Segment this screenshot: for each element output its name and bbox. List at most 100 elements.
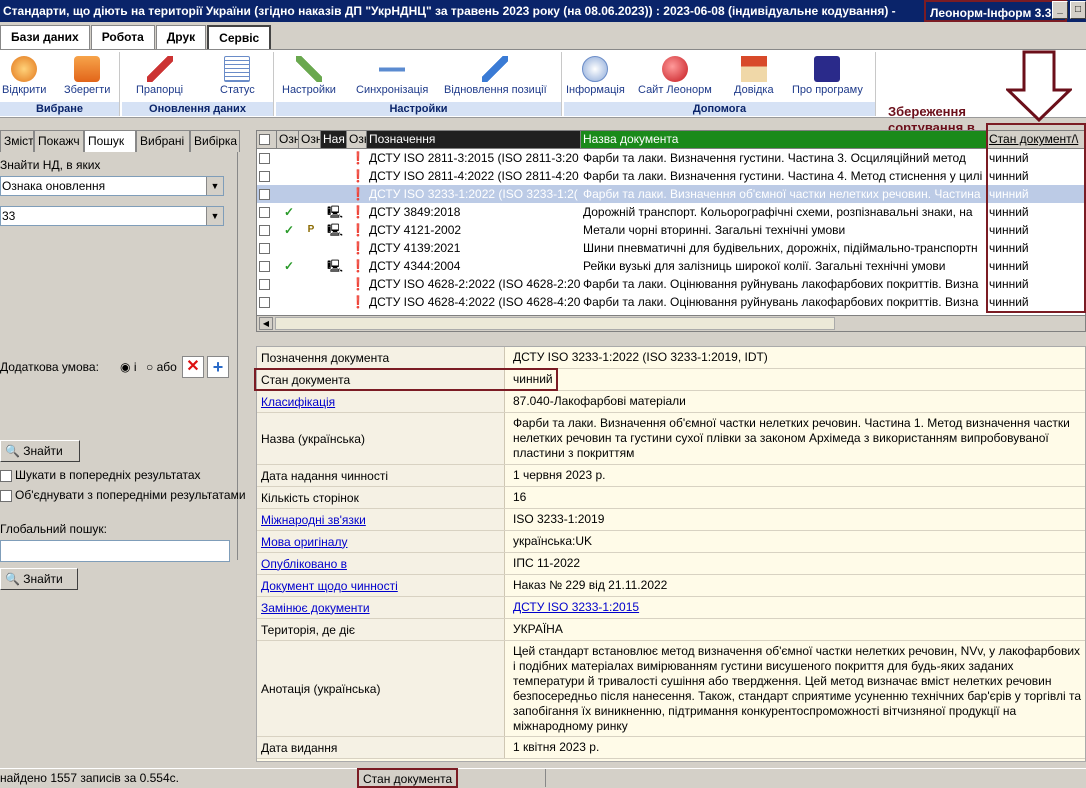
tab-bazy-danyh[interactable]: Бази даних	[0, 25, 90, 49]
row-mark-check	[277, 167, 299, 185]
row-name: Рейки вузькі для залізниць широкої колії…	[583, 259, 946, 273]
row-name: Шини пневматичні для будівельних, дорожн…	[583, 241, 978, 255]
left-panel: Зміст Покажч Пошук Вибрані Вибірка Знайт…	[0, 126, 246, 768]
sync-button[interactable]: Синхронізація	[356, 56, 428, 96]
row-avail	[321, 167, 347, 185]
tab-vybrani[interactable]: Вибрані	[136, 130, 190, 152]
col-avail[interactable]: Ная	[321, 131, 347, 149]
status-row-highlight	[254, 368, 558, 391]
tab-vybirka[interactable]: Вибірка	[190, 130, 240, 152]
row-checkbox[interactable]	[257, 203, 277, 221]
row-avail: 🖳	[326, 259, 343, 273]
row-exclaim: ❗	[350, 169, 366, 183]
col-code[interactable]: Позначення	[367, 131, 581, 149]
radio-and[interactable]: ◉ і	[120, 360, 136, 374]
radio-or[interactable]: ○ або	[146, 360, 177, 374]
info-button[interactable]: Інформація	[566, 56, 625, 96]
join-prev-checkbox[interactable]: Об'єднувати з попередніми результатами	[0, 488, 246, 502]
row-name: Фарби та лаки. Оцінювання руйнувань лако…	[583, 295, 979, 309]
tab-robota[interactable]: Робота	[90, 25, 155, 49]
value-select[interactable]: 33 ▼	[0, 206, 224, 226]
col-mark2[interactable]: Озн	[299, 131, 321, 149]
table-row[interactable]: ✓ P 🖳 ❗ ДСТУ 4121-2002 Метали чорні вторинні.…	[257, 221, 1085, 239]
ribbon-group-dopomoha: Інформація Сайт Леонорм Довідка Про прог…	[564, 52, 876, 116]
ribbon-group-label: Оновлення даних	[122, 102, 273, 116]
table-row[interactable]: ✓ 🖳 ❗ ДСТУ 3849:2018 Дорожній транспорт. Кол…	[257, 203, 1085, 221]
col-name[interactable]: Назва документа	[581, 131, 987, 149]
select-all-checkbox[interactable]	[257, 131, 277, 149]
status-bar: найдено 1557 записів за 0.554с. Стан док…	[0, 768, 1086, 788]
global-search-input[interactable]	[0, 540, 230, 562]
about-button[interactable]: Про програму	[792, 56, 863, 96]
row-mark-check	[277, 293, 299, 311]
field-select[interactable]: Ознака оновлення ▼	[0, 176, 224, 196]
site-button[interactable]: Сайт Леонорм	[638, 56, 712, 96]
table-row[interactable]: ❗ ДСТУ ISO 4628-4:2022 (ISO 4628-4:20 Фарб…	[257, 293, 1085, 311]
open-icon	[11, 56, 38, 82]
detail-value[interactable]: ДСТУ ISO 3233-1:2015	[509, 597, 1085, 618]
settings-button[interactable]: Настройки	[282, 56, 336, 96]
scroll-left-icon[interactable]: ◀	[259, 317, 273, 330]
row-name: Дорожній транспорт. Кольорографічні схем…	[583, 205, 973, 219]
row-name: Фарби та лаки. Визначення густини. Части…	[583, 169, 983, 183]
detail-value: ISO 3233-1:2019	[513, 512, 605, 526]
scroll-thumb[interactable]	[275, 317, 835, 330]
row-checkbox[interactable]	[257, 293, 277, 311]
tab-zmist[interactable]: Зміст	[0, 130, 34, 152]
remove-condition-button[interactable]: ✕	[182, 356, 204, 378]
window-title: Стандарти, що діють на території України…	[3, 4, 896, 18]
save-button[interactable]: Зберегти	[64, 56, 110, 96]
table-row[interactable]: ✓ 🖳 ❗ ДСТУ 4344:2004 Рейки вузькі для залізн…	[257, 257, 1085, 275]
table-row[interactable]: ❗ ДСТУ ISO 2811-4:2022 (ISO 2811-4:20 Фарб…	[257, 167, 1085, 185]
open-button[interactable]: Відкрити	[2, 56, 46, 96]
minimize-button[interactable]: _	[1052, 1, 1068, 19]
status-button[interactable]: Статус	[220, 56, 255, 96]
detail-key[interactable]: Мова оригіналу	[257, 531, 505, 552]
row-checkbox[interactable]	[257, 257, 277, 275]
maximize-button[interactable]: □	[1070, 1, 1086, 19]
find-button[interactable]: 🔍 Знайти	[0, 440, 80, 462]
tab-pokazhch[interactable]: Покажч	[34, 130, 84, 152]
window-controls: _ □	[1052, 1, 1086, 19]
row-mark-flag	[299, 275, 321, 293]
chevron-down-icon[interactable]: ▼	[206, 177, 223, 195]
detail-row: Дата видання 1 квітня 2023 р.	[257, 737, 1085, 759]
detail-key[interactable]: Замінює документи	[257, 597, 505, 618]
tab-poshuk[interactable]: Пошук	[84, 130, 136, 152]
search-prev-checkbox[interactable]: Шукати в попередніх результатах	[0, 468, 201, 482]
horizontal-scrollbar[interactable]: ◀	[257, 315, 1085, 331]
wrench-icon	[295, 56, 322, 82]
detail-key[interactable]: Документ щодо чинності	[257, 575, 505, 596]
add-condition-button[interactable]: +	[207, 356, 229, 378]
row-checkbox[interactable]	[257, 167, 277, 185]
tab-servis[interactable]: Сервіс	[207, 25, 272, 49]
row-checkbox[interactable]	[257, 221, 277, 239]
row-checkbox[interactable]	[257, 239, 277, 257]
documents-table[interactable]: Озн Озн Ная Озн Позначення Назва докумен…	[256, 130, 1086, 332]
row-checkbox[interactable]	[257, 185, 277, 203]
left-tabs: Зміст Покажч Пошук Вибрані Вибірка	[0, 130, 240, 152]
tab-druk[interactable]: Друк	[155, 25, 207, 49]
table-row[interactable]: ❗ ДСТУ ISO 2811-3:2015 (ISO 2811-3:20 Фарб…	[257, 149, 1085, 167]
detail-key[interactable]: Міжнародні зв'язки	[257, 509, 505, 530]
table-row[interactable]: ❗ ДСТУ ISO 4628-2:2022 (ISO 4628-2:20 Фарб…	[257, 275, 1085, 293]
row-mark-check	[277, 239, 299, 257]
detail-key[interactable]: Опубліковано в	[257, 553, 505, 574]
row-checkbox[interactable]	[257, 275, 277, 293]
row-avail: 🖳	[326, 205, 343, 219]
row-mark-flag	[299, 239, 321, 257]
table-row[interactable]: ❗ ДСТУ 4139:2021 Шини пневматичні для буді…	[257, 239, 1085, 257]
flags-button[interactable]: Прапорці	[136, 56, 183, 96]
row-checkbox[interactable]	[257, 149, 277, 167]
help-button[interactable]: Довідка	[734, 56, 774, 96]
chevron-down-icon[interactable]: ▼	[206, 207, 223, 225]
col-mark1[interactable]: Озн	[277, 131, 299, 149]
detail-key: Дата видання	[257, 737, 505, 758]
detail-value: ІПС 11-2022	[513, 556, 581, 570]
global-find-button[interactable]: 🔍 Знайти	[0, 568, 78, 590]
col-mark3[interactable]: Озн	[347, 131, 367, 149]
restore-position-button[interactable]: Відновлення позиції	[444, 56, 547, 96]
detail-value: 87.040-Лакофарбові матеріали	[513, 394, 686, 408]
detail-key[interactable]: Класифікація	[257, 391, 505, 412]
table-row[interactable]: ❗ ДСТУ ISO 3233-1:2022 (ISO 3233-1:2(Фарб…	[257, 185, 1085, 203]
